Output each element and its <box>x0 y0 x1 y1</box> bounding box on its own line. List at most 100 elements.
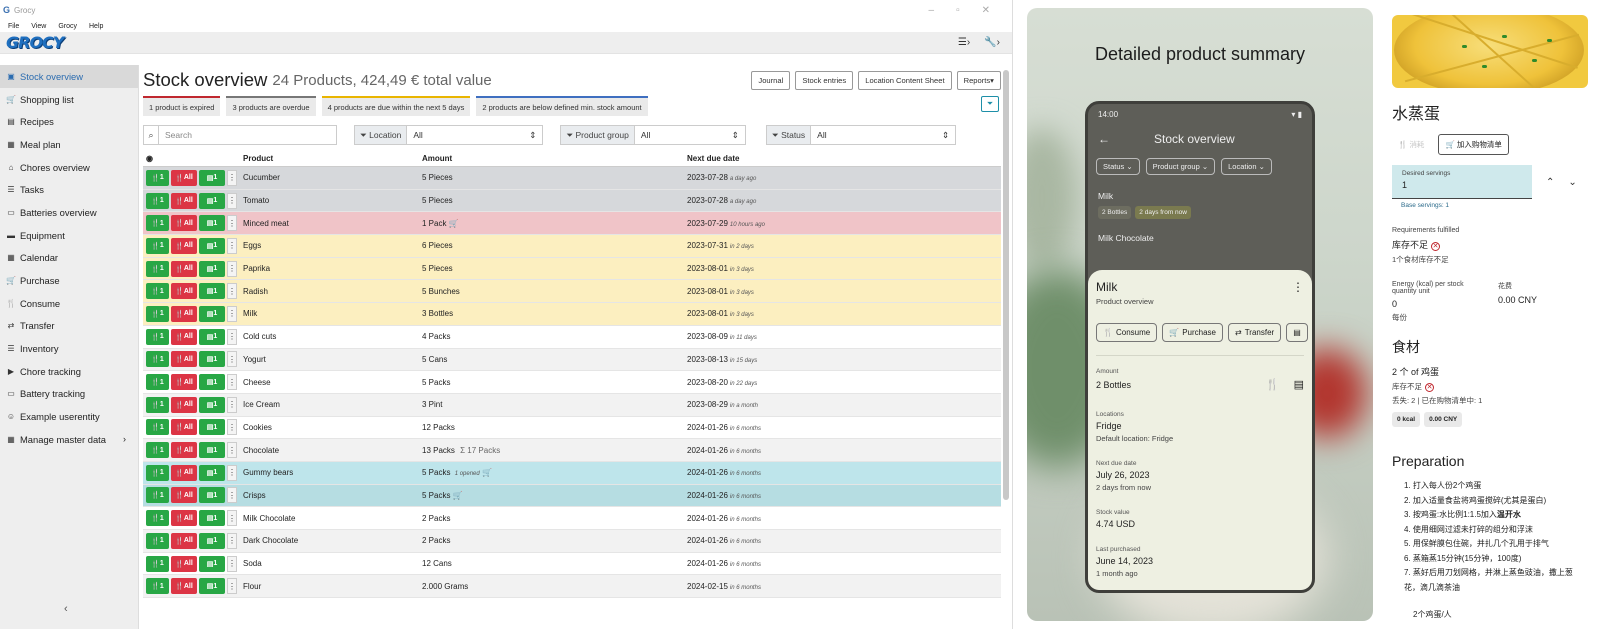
minimize-button[interactable]: – <box>929 5 935 16</box>
open-one-button[interactable]: ▤ 1 <box>199 419 225 436</box>
open-one-button[interactable]: ▤ 1 <box>199 464 225 481</box>
product-name[interactable]: Crisps <box>240 491 419 500</box>
back-arrow-icon[interactable]: ← <box>1098 132 1110 146</box>
sidebar-item-example-userentity[interactable]: ☺ Example userentity <box>0 405 138 428</box>
row-menu-icon[interactable]: ⋮ <box>227 192 237 209</box>
search-input[interactable]: Search <box>159 125 337 145</box>
consume-one-button[interactable]: 🍴 1 <box>146 305 169 322</box>
location-content-sheet-button[interactable]: Location Content Sheet <box>858 70 952 90</box>
sidebar-item-inventory[interactable]: ☰ Inventory <box>0 337 138 360</box>
open-one-button[interactable]: ▤ 1 <box>199 169 225 186</box>
sidebar-item-transfer[interactable]: ⇄ Transfer <box>0 315 138 338</box>
stock-entries-button[interactable]: Stock entries <box>795 70 854 90</box>
product-name[interactable]: Milk Chocolate <box>240 514 419 523</box>
maximize-button[interactable]: ▫ <box>956 5 960 16</box>
consume-all-button[interactable]: 🍴 All <box>171 510 197 527</box>
add-to-shopping-list-button[interactable]: 🛒 加入购物清单 <box>1438 134 1509 155</box>
consume-all-button[interactable]: 🍴 All <box>171 328 197 345</box>
row-menu-icon[interactable]: ⋮ <box>227 532 237 549</box>
open-one-button[interactable]: ▤ 1 <box>199 442 225 459</box>
row-menu-icon[interactable]: ⋮ <box>227 396 237 413</box>
row-menu-icon[interactable]: ⋮ <box>227 305 237 322</box>
sidebar-item-consume[interactable]: 🍴 Consume <box>0 292 138 315</box>
row-menu-icon[interactable]: ⋮ <box>227 215 237 232</box>
product-name[interactable]: Dark Chocolate <box>240 536 419 545</box>
open-one-button[interactable]: ▤ 1 <box>199 578 225 595</box>
row-menu-icon[interactable]: ⋮ <box>227 442 237 459</box>
row-menu-icon[interactable]: ⋮ <box>227 237 237 254</box>
purchase-button[interactable]: 🛒 Purchase <box>1162 323 1223 342</box>
open-one-button[interactable]: ▤ 1 <box>199 351 225 368</box>
list-item[interactable]: Milk <box>1098 191 1302 201</box>
product-name[interactable]: Yogurt <box>240 355 419 364</box>
sidebar-item-equipment[interactable]: ▬ Equipment <box>0 224 138 247</box>
open-package-icon[interactable]: ▤ <box>1294 378 1304 391</box>
menu-help[interactable]: Help <box>89 23 103 30</box>
close-button[interactable]: ✕ <box>982 5 990 16</box>
open-one-button[interactable]: ▤ 1 <box>199 510 225 527</box>
consume-one-button[interactable]: 🍴 1 <box>146 578 169 595</box>
row-menu-icon[interactable]: ⋮ <box>227 510 237 527</box>
row-menu-icon[interactable]: ⋮ <box>227 578 237 595</box>
consume-one-button[interactable]: 🍴 1 <box>146 351 169 368</box>
chevron-down-icon[interactable]: ⌄ <box>1568 177 1576 188</box>
open-one-button[interactable]: ▤ 1 <box>199 260 225 277</box>
consume-one-button[interactable]: 🍴 1 <box>146 532 169 549</box>
status-alert[interactable]: 1 product is expired <box>143 96 221 116</box>
product-name[interactable]: Ice Cream <box>240 400 419 409</box>
consume-all-button[interactable]: 🍴 All <box>171 487 197 504</box>
main-scrollbar[interactable] <box>1003 70 1009 500</box>
open-one-button[interactable]: ▤ 1 <box>199 532 225 549</box>
row-menu-icon[interactable]: ⋮ <box>227 464 237 481</box>
row-menu-icon[interactable]: ⋮ <box>227 283 237 300</box>
row-menu-icon[interactable]: ⋮ <box>227 555 237 572</box>
product-name[interactable]: Paprika <box>240 264 419 273</box>
sidebar-item-shopping-list[interactable]: 🛒 Shopping list <box>0 88 138 111</box>
wrench-menu-icon[interactable]: 🔧› <box>984 37 1000 48</box>
consume-all-button[interactable]: 🍴 All <box>171 283 197 300</box>
consume-all-button[interactable]: 🍴 All <box>171 305 197 322</box>
status-filter-select[interactable]: All ⇕ <box>811 125 957 145</box>
open-one-button[interactable]: ▤ 1 <box>199 305 225 322</box>
column-amount[interactable]: Amount <box>419 154 684 163</box>
product-name[interactable]: Eggs <box>240 241 419 250</box>
consume-one-button[interactable]: 🍴 1 <box>146 169 169 186</box>
product-name[interactable]: Cold cuts <box>240 332 419 341</box>
consume-all-button[interactable]: 🍴 All <box>171 192 197 209</box>
more-vert-icon[interactable]: ⋮ <box>1292 280 1304 294</box>
sidebar-item-recipes[interactable]: ▤ Recipes <box>0 110 138 133</box>
open-one-button[interactable]: ▤ 1 <box>199 237 225 254</box>
consume-one-button[interactable]: 🍴 1 <box>146 510 169 527</box>
more-actions-button[interactable]: ▤ <box>1286 323 1308 342</box>
consume-all-button[interactable]: 🍴 All <box>171 555 197 572</box>
consume-one-button[interactable]: 🍴 1 <box>146 487 169 504</box>
list-item[interactable]: Milk Chocolate <box>1098 233 1302 243</box>
status-chip[interactable]: Status ⌄ <box>1096 158 1140 175</box>
grocy-logo[interactable]: GROCY <box>6 33 64 52</box>
consume-one-button[interactable]: 🍴 1 <box>146 215 169 232</box>
consume-all-button[interactable]: 🍴 All <box>171 237 197 254</box>
open-one-button[interactable]: ▤ 1 <box>199 215 225 232</box>
open-one-button[interactable]: ▤ 1 <box>199 487 225 504</box>
consume-one-button[interactable]: 🍴 1 <box>146 328 169 345</box>
product-name[interactable]: Tomato <box>240 196 419 205</box>
consume-all-button[interactable]: 🍴 All <box>171 351 197 368</box>
product-name[interactable]: Radish <box>240 287 419 296</box>
row-menu-icon[interactable]: ⋮ <box>227 351 237 368</box>
consume-one-button[interactable]: 🍴 1 <box>146 419 169 436</box>
consume-all-button[interactable]: 🍴 All <box>171 578 197 595</box>
consume-all-button[interactable]: 🍴 All <box>171 215 197 232</box>
sidebar-item-battery-tracking[interactable]: ▭ Battery tracking <box>0 383 138 406</box>
product-group-filter-select[interactable]: All ⇕ <box>634 125 746 145</box>
row-menu-icon[interactable]: ⋮ <box>227 419 237 436</box>
product-name[interactable]: Milk <box>240 309 419 318</box>
consume-one-button[interactable]: 🍴 1 <box>146 442 169 459</box>
consume-one-button[interactable]: 🍴 1 <box>146 374 169 391</box>
consume-recipe-button[interactable]: 🍴 消耗 <box>1392 135 1430 154</box>
row-menu-icon[interactable]: ⋮ <box>227 328 237 345</box>
consume-all-button[interactable]: 🍴 All <box>171 442 197 459</box>
open-one-button[interactable]: ▤ 1 <box>199 396 225 413</box>
consume-all-button[interactable]: 🍴 All <box>171 169 197 186</box>
servings-input[interactable]: Desired servings 1 <box>1392 165 1532 199</box>
status-alert[interactable]: 3 products are overdue <box>226 96 316 116</box>
